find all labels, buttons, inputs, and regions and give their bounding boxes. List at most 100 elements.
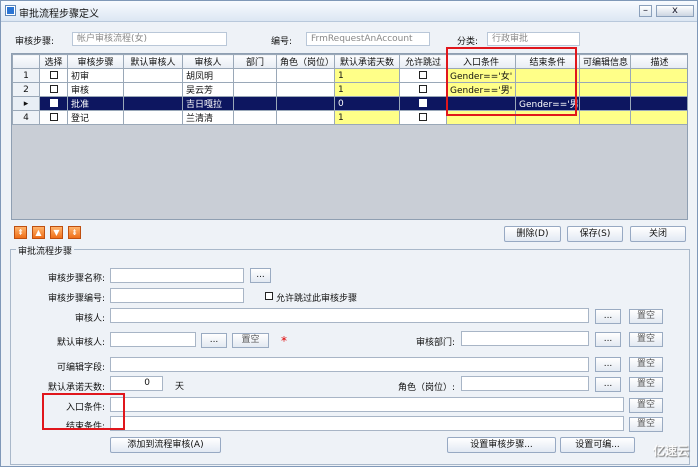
close-button[interactable]: 关闭 (630, 226, 686, 242)
allow-skip-step-checkbox[interactable] (265, 292, 273, 300)
days-cell[interactable]: 1 (334, 68, 400, 83)
window-titlebar[interactable]: 审批流程步骤定义 – x (1, 1, 697, 22)
role-cell[interactable] (276, 96, 335, 111)
approver-input[interactable] (110, 308, 589, 323)
allow-skip-checkbox[interactable] (419, 113, 427, 121)
department-cell[interactable] (233, 96, 277, 111)
row-select-cell[interactable] (39, 110, 68, 125)
end-condition-input[interactable] (110, 416, 624, 431)
close-window-button[interactable]: x (656, 5, 694, 17)
step-name-input[interactable] (110, 268, 244, 283)
days-cell[interactable]: 0 (334, 96, 400, 111)
department-browse-button[interactable]: ... (595, 332, 621, 347)
move-bottom-button[interactable]: ⇟ (68, 226, 81, 239)
move-up-button[interactable]: ▲ (32, 226, 45, 239)
entry-condition-clear-button[interactable]: 置空 (629, 398, 663, 413)
step-cell[interactable]: 批准 (67, 96, 124, 111)
department-cell[interactable] (233, 82, 277, 97)
step-cell[interactable]: 登记 (67, 110, 124, 125)
role-input[interactable] (461, 376, 589, 391)
editable-info-cell[interactable] (579, 96, 631, 111)
table-row[interactable]: 1 初审 胡凤明 1 Gender=='女' (12, 68, 687, 83)
entry-condition-input[interactable] (110, 397, 624, 412)
grid-column-header[interactable]: 部门 (233, 54, 277, 69)
row-select-cell[interactable] (39, 82, 68, 97)
grid-column-header[interactable]: 可编辑信息 (579, 54, 631, 69)
table-row[interactable]: 2 审核 吴云芳 1 Gender=='男' (12, 82, 687, 97)
default-approver-browse-button[interactable]: ... (201, 333, 227, 348)
set-editable-button[interactable]: 设置可编... (560, 437, 635, 453)
row-checkbox[interactable] (49, 71, 58, 79)
approver-cell[interactable]: 兰清清 (182, 110, 234, 125)
add-to-workflow-button[interactable]: 添加到流程审核(A) (110, 437, 221, 453)
approver-cell[interactable]: 吴云芳 (182, 82, 234, 97)
days-cell[interactable]: 1 (334, 110, 400, 125)
row-checkbox[interactable] (49, 113, 58, 121)
approver-clear-button[interactable]: 置空 (629, 309, 663, 324)
grid-column-header[interactable]: 描述 (630, 54, 687, 69)
editable-fields-input[interactable] (110, 357, 589, 372)
allow-skip-checkbox[interactable] (419, 71, 427, 79)
description-cell[interactable] (630, 82, 687, 97)
role-cell[interactable] (276, 68, 335, 83)
approver-cell[interactable]: 吉日嘎拉 (182, 96, 234, 111)
allow-skip-cell[interactable] (399, 110, 447, 125)
grid-column-header[interactable]: 默认承诺天数 (334, 54, 400, 69)
minimize-button[interactable]: – (639, 5, 652, 17)
table-row[interactable]: ▸ 批准 吉日嘎拉 0 Gender=='男' (12, 96, 687, 111)
grid-column-header[interactable]: 允许跳过 (399, 54, 447, 69)
grid-column-header[interactable]: 审核步骤 (67, 54, 124, 69)
allow-skip-cell[interactable] (399, 96, 447, 111)
description-cell[interactable] (630, 68, 687, 83)
editable-info-cell[interactable] (579, 68, 631, 83)
department-clear-button[interactable]: 置空 (629, 332, 663, 347)
grid-column-header[interactable] (12, 54, 40, 69)
end-condition-clear-button[interactable]: 置空 (629, 417, 663, 432)
default-approver-cell[interactable] (123, 110, 183, 125)
department-input[interactable] (461, 331, 589, 346)
allow-skip-checkbox[interactable] (419, 99, 427, 107)
step-cell[interactable]: 初审 (67, 68, 124, 83)
editable-info-cell[interactable] (579, 82, 631, 97)
default-approver-cell[interactable] (123, 96, 183, 111)
description-cell[interactable] (630, 110, 687, 125)
department-cell[interactable] (233, 110, 277, 125)
grid-column-header[interactable]: 审核人 (182, 54, 234, 69)
grid-column-header[interactable]: 选择 (39, 54, 68, 69)
days-cell[interactable]: 1 (334, 82, 400, 97)
save-button[interactable]: 保存(S) (567, 226, 623, 242)
default-days-input[interactable]: 0 (110, 376, 163, 391)
set-steps-button[interactable]: 设置审核步骤... (447, 437, 556, 453)
approver-cell[interactable]: 胡凤明 (182, 68, 234, 83)
editable-fields-browse-button[interactable]: ... (595, 357, 621, 372)
row-checkbox[interactable] (49, 99, 58, 107)
move-down-button[interactable]: ▼ (50, 226, 63, 239)
row-select-cell[interactable] (39, 96, 68, 111)
editable-info-cell[interactable] (579, 110, 631, 125)
role-cell[interactable] (276, 110, 335, 125)
default-approver-input[interactable] (110, 332, 196, 347)
grid-column-header[interactable]: 角色（岗位） (276, 54, 335, 69)
grid-column-header[interactable]: 默认审核人 (123, 54, 183, 69)
row-checkbox[interactable] (49, 85, 58, 93)
default-approver-cell[interactable] (123, 82, 183, 97)
default-approver-cell[interactable] (123, 68, 183, 83)
editable-fields-clear-button[interactable]: 置空 (629, 357, 663, 372)
allow-skip-cell[interactable] (399, 68, 447, 83)
step-cell[interactable]: 审核 (67, 82, 124, 97)
approver-browse-button[interactable]: ... (595, 309, 621, 324)
step-name-browse-button[interactable]: ... (250, 268, 271, 283)
move-top-button[interactable]: ⇞ (14, 226, 27, 239)
row-select-cell[interactable] (39, 68, 68, 83)
role-browse-button[interactable]: ... (595, 377, 621, 392)
description-cell[interactable] (630, 96, 687, 111)
step-code-input[interactable] (110, 288, 244, 303)
department-cell[interactable] (233, 68, 277, 83)
approval-steps-grid[interactable]: 选择 审核步骤 默认审核人 审核人 部门 角色（岗位） 默认承诺天数 允许跳过 … (11, 53, 688, 220)
role-cell[interactable] (276, 82, 335, 97)
role-clear-button[interactable]: 置空 (629, 377, 663, 392)
delete-button[interactable]: 删除(D) (504, 226, 561, 242)
default-approver-clear-button[interactable]: 置空 (232, 333, 269, 348)
table-row[interactable]: 4 登记 兰清清 1 (12, 110, 687, 125)
allow-skip-checkbox[interactable] (419, 85, 427, 93)
